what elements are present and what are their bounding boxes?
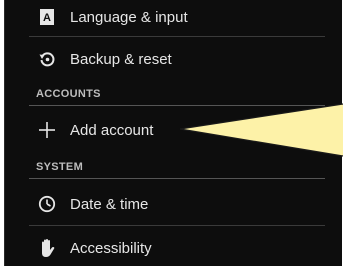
- settings-item-backup-reset[interactable]: Backup & reset: [5, 45, 342, 73]
- screenshot-frame: A Language & input Backup & reset ACCOUN…: [0, 0, 343, 266]
- settings-list: A Language & input Backup & reset ACCOUN…: [4, 0, 342, 266]
- language-icon: A: [37, 7, 57, 27]
- settings-item-label: Date & time: [70, 195, 149, 213]
- settings-item-label: Language & input: [70, 8, 188, 26]
- clock-icon: [37, 194, 57, 214]
- settings-item-label: Add account: [70, 121, 154, 139]
- svg-text:A: A: [43, 12, 51, 24]
- section-header-rule: [29, 105, 325, 106]
- settings-item-label: Backup & reset: [70, 50, 172, 68]
- settings-item-label: Accessibility: [70, 239, 152, 257]
- settings-item-date-time[interactable]: Date & time: [5, 190, 342, 218]
- backup-reset-icon: [37, 49, 57, 69]
- section-header-rule: [29, 178, 325, 179]
- settings-item-add-account[interactable]: Add account: [5, 116, 342, 144]
- section-header-accounts: ACCOUNTS: [36, 88, 101, 100]
- settings-item-language-input[interactable]: A Language & input: [5, 4, 342, 30]
- hand-icon: [37, 238, 57, 258]
- divider: [29, 36, 325, 37]
- settings-item-accessibility[interactable]: Accessibility: [5, 234, 342, 262]
- plus-icon: [37, 120, 57, 140]
- divider: [29, 225, 325, 226]
- section-header-system: SYSTEM: [36, 161, 84, 173]
